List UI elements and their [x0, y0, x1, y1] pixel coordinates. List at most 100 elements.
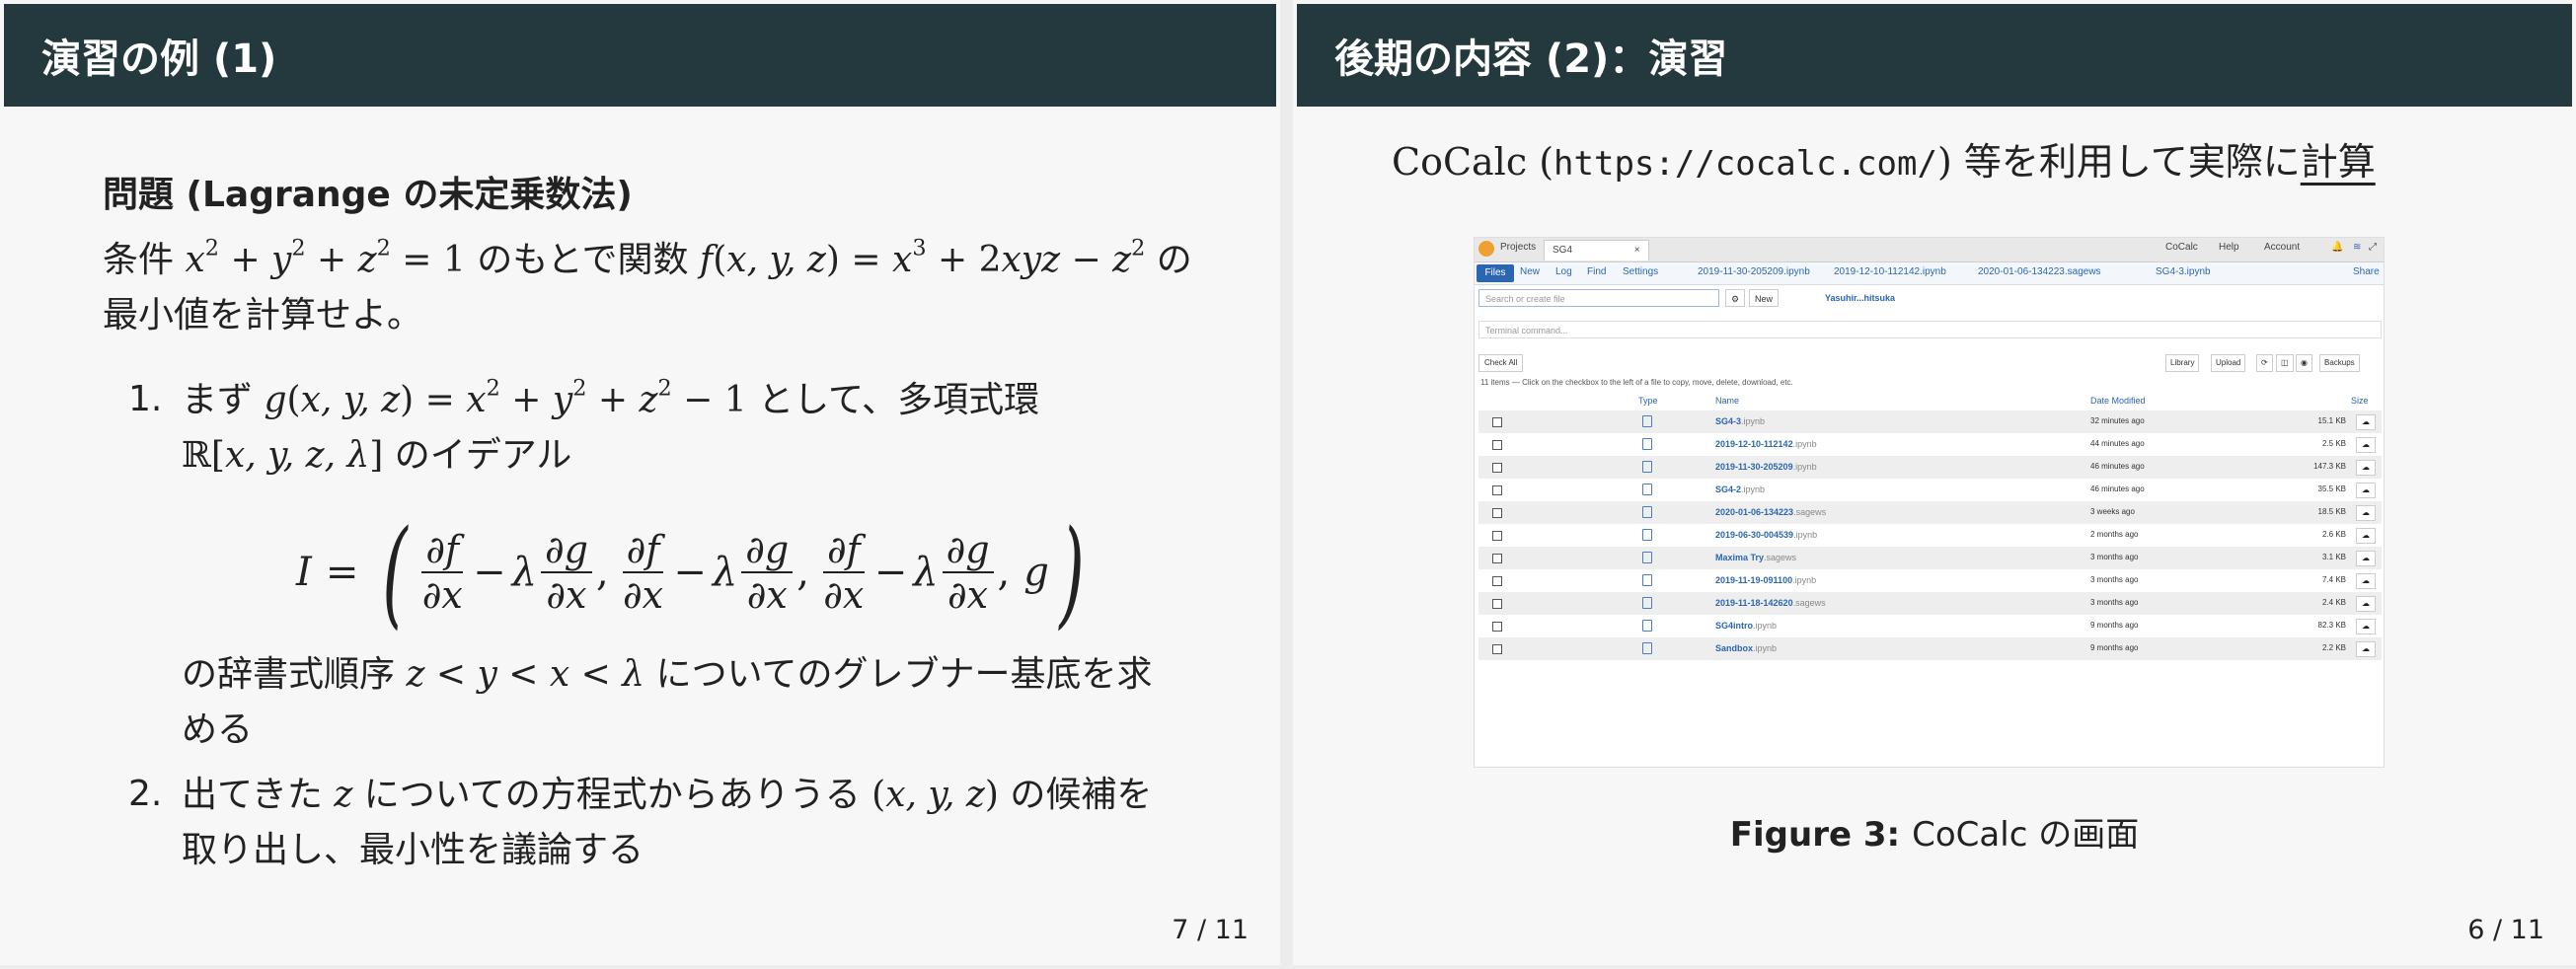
tab-label: SG4 [1553, 245, 1573, 256]
tab-sg4[interactable]: SG4 × [1544, 240, 1649, 261]
tab-projects[interactable]: Projects [1500, 242, 1536, 253]
download-icon[interactable]: ☁ [2356, 460, 2376, 476]
download-icon[interactable]: ☁ [2356, 619, 2376, 634]
file-date: 3 months ago [2090, 598, 2139, 607]
new-button[interactable]: New [1520, 266, 1540, 277]
download-icon[interactable]: ☁ [2356, 641, 2376, 657]
underlined-word: 計算 [2300, 140, 2376, 184]
table-row[interactable]: 2019-06-30-004539.ipynb 2 months ago 2.6 K… [1478, 524, 2382, 547]
notebook-file-icon [1642, 574, 1652, 586]
step2-line2: 取り出し、最小性を議論する [182, 830, 644, 870]
file-name: SG4-2 [1715, 484, 1742, 494]
table-row[interactable]: 2019-12-10-112142.ipynb 44 minutes ago 2.5… [1478, 433, 2382, 456]
problem-text: のもとで関数 [477, 240, 689, 280]
download-icon[interactable]: ☁ [2356, 573, 2376, 589]
column-header-name[interactable]: Name [1715, 396, 1739, 406]
fullscreen-icon[interactable]: ⤢ [2369, 242, 2377, 253]
table-row[interactable]: SG4-3.ipynb 32 minutes ago 15.1 KB ☁ [1478, 410, 2382, 433]
files-button[interactable]: Files [1477, 264, 1514, 282]
share-button[interactable]: Share [2353, 266, 2380, 277]
table-row[interactable]: 2019-11-30-205209.ipynb 46 minutes ago 147… [1478, 456, 2382, 479]
file-name-link[interactable]: SG4-2.ipynb [1715, 484, 1765, 494]
file-date: 46 minutes ago [2090, 484, 2145, 493]
table-row[interactable]: 2020-01-06-134223.sagews 3 weeks ago 18.5 … [1478, 501, 2382, 524]
settings-button[interactable]: Settings [1623, 266, 1658, 277]
cocalc-url[interactable]: https://cocalc.com/ [1553, 144, 1937, 184]
file-name-link[interactable]: Sandbox.ipynb [1715, 643, 1777, 653]
row-checkbox[interactable] [1492, 417, 1502, 427]
download-icon[interactable]: ☁ [2356, 596, 2376, 612]
find-button[interactable]: Find [1587, 266, 1606, 277]
table-row[interactable]: SG4-2.ipynb 46 minutes ago 35.5 KB ☁ [1478, 479, 2382, 501]
download-icon[interactable]: ☁ [2356, 528, 2376, 544]
download-icon[interactable]: ☁ [2356, 414, 2376, 430]
check-all-button[interactable]: Check All [1478, 354, 1524, 372]
breadcrumb[interactable]: Yasuhir...hitsuka [1825, 293, 1895, 303]
tab-help[interactable]: Help [2219, 242, 2239, 253]
download-icon[interactable]: ☁ [2356, 551, 2376, 566]
column-header-type[interactable]: Type [1638, 396, 1658, 406]
step1-after-line2: める [182, 709, 254, 750]
step1-after-line1: の辞書式順序 z < y < x < λ についてのグレブナー基底を求 [182, 647, 1152, 703]
table-row[interactable]: Maxima Try.sagews 3 months ago 3.1 KB ☁ [1478, 547, 2382, 569]
file-name: Sandbox [1715, 643, 1754, 653]
file-name-link[interactable]: 2019-06-30-004539.ipynb [1715, 530, 1817, 540]
backups-button[interactable]: Backups [2319, 354, 2360, 372]
refresh-icon[interactable]: ⟳ [2256, 354, 2273, 372]
row-checkbox[interactable] [1492, 531, 1502, 541]
file-extension: .ipynb [1741, 484, 1766, 494]
tab-account[interactable]: Account [2264, 242, 2300, 253]
file-name: 2019-06-30-004539 [1715, 530, 1794, 540]
open-file-tab[interactable]: SG4-3.ipynb [2156, 266, 2211, 277]
file-name-link[interactable]: 2019-12-10-112142.ipynb [1715, 439, 1817, 449]
objective-function: f(x, y, z) = x3 + 2xyz − z2 [699, 235, 1146, 280]
row-checkbox[interactable] [1492, 463, 1502, 473]
masked-files-icon[interactable]: ◉ [2296, 354, 2312, 372]
column-header-size[interactable]: Size [2351, 396, 2369, 406]
table-row[interactable]: 2019-11-19-091100.ipynb 3 months ago 7.4 K… [1478, 569, 2382, 592]
download-icon[interactable]: ☁ [2356, 437, 2376, 453]
file-name-link[interactable]: SG4intro.ipynb [1715, 621, 1777, 631]
table-row[interactable]: Sandbox.ipynb 9 months ago 2.2 KB ☁ [1478, 637, 2382, 660]
search-input[interactable]: Search or create file [1478, 289, 1719, 307]
bell-icon[interactable]: 🔔 [2331, 242, 2343, 253]
open-file-tab[interactable]: 2020-01-06-134223.sagews [1978, 266, 2101, 277]
file-name-link[interactable]: Maxima Try.sagews [1715, 553, 1796, 562]
new-file-button[interactable]: New [1749, 289, 1780, 307]
file-name-link[interactable]: 2019-11-30-205209.ipynb [1715, 462, 1817, 472]
terminal-input[interactable]: Terminal command... [1478, 321, 2382, 338]
file-extension: .sagews [1793, 507, 1827, 517]
log-button[interactable]: Log [1555, 266, 1572, 277]
download-icon[interactable]: ☁ [2356, 483, 2376, 498]
file-name-link[interactable]: SG4-3.ipynb [1715, 416, 1765, 426]
tab-cocalc[interactable]: CoCalc [2165, 242, 2198, 253]
file-extension: .ipynb [1792, 575, 1817, 585]
row-checkbox[interactable] [1492, 622, 1502, 632]
table-row[interactable]: 2019-11-18-142620.sagews 3 months ago 2.4 … [1478, 592, 2382, 615]
file-count-info: 11 items — Click on the checkbox to the … [1480, 378, 1793, 387]
gear-icon[interactable]: ⚙ [1725, 289, 1746, 307]
library-button[interactable]: Library [2165, 354, 2200, 372]
open-file-tab[interactable]: 2019-11-30-205209.ipynb [1698, 266, 1810, 277]
cocalc-toolbar: Files New Log Find Settings 2019-11-30-2… [1475, 262, 2384, 285]
row-checkbox[interactable] [1492, 485, 1502, 495]
file-name-link[interactable]: 2019-11-19-091100.ipynb [1715, 575, 1816, 585]
row-checkbox[interactable] [1492, 554, 1502, 563]
file-extension: .ipynb [1792, 439, 1817, 449]
file-name-link[interactable]: 2019-11-18-142620.sagews [1715, 598, 1826, 608]
lex-order: z < y < x < λ [406, 654, 645, 695]
upload-button[interactable]: Upload [2211, 354, 2246, 372]
row-checkbox[interactable] [1492, 644, 1502, 654]
table-row[interactable]: SG4intro.ipynb 9 months ago 82.3 KB ☁ [1478, 615, 2382, 637]
row-checkbox[interactable] [1492, 440, 1502, 450]
hidden-files-icon[interactable]: ◫ [2276, 354, 2294, 372]
column-header-date[interactable]: Date Modified [2090, 396, 2146, 406]
download-icon[interactable]: ☁ [2356, 505, 2376, 521]
file-name-link[interactable]: 2020-01-06-134223.sagews [1715, 507, 1826, 517]
open-file-tab[interactable]: 2019-12-10-112142.ipynb [1834, 266, 1946, 277]
step-text: 出てきた [182, 775, 323, 815]
row-checkbox[interactable] [1492, 599, 1502, 609]
row-checkbox[interactable] [1492, 508, 1502, 518]
close-icon[interactable]: × [1634, 245, 1640, 256]
row-checkbox[interactable] [1492, 576, 1502, 586]
